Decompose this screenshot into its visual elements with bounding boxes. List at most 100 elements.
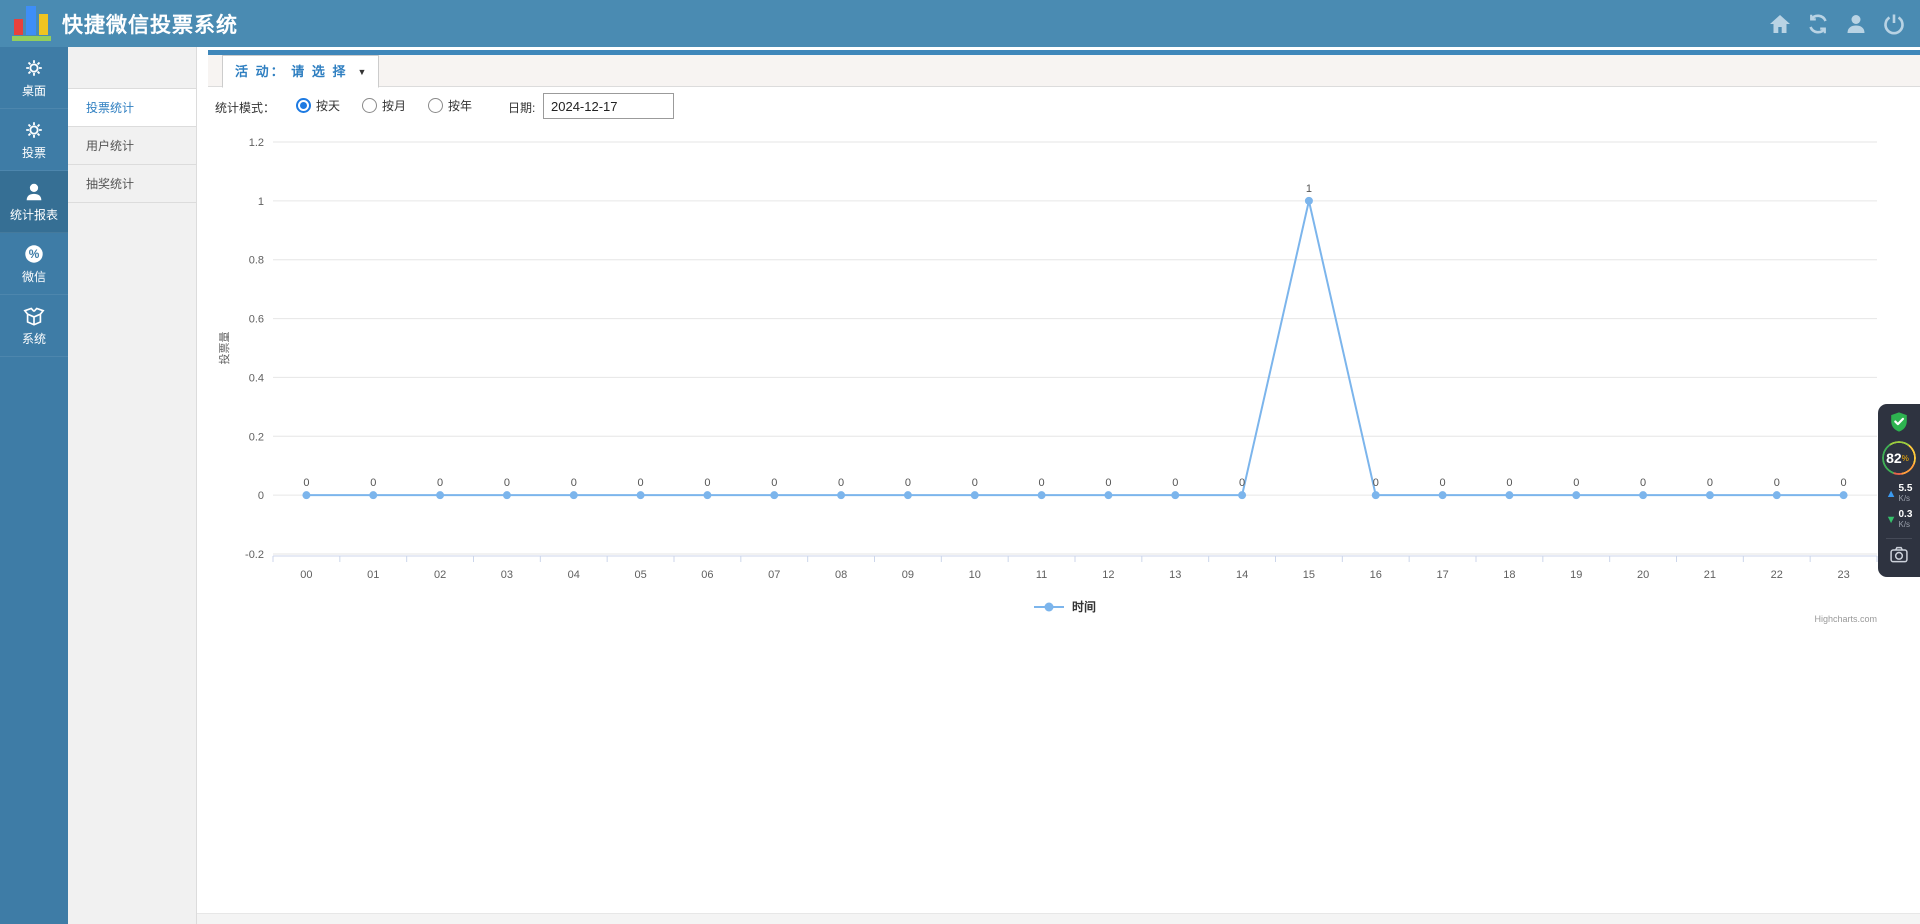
data-point[interactable] (436, 491, 445, 500)
data-point[interactable] (1505, 491, 1514, 500)
subnav-item-lottery-stats[interactable]: 抽奖统计 (68, 165, 196, 203)
home-icon[interactable] (1768, 12, 1792, 36)
app-root: 快捷微信投票系统 桌面 投票 统计报表 % 微信 系统 投票统计 用户统计 抽奖… (0, 0, 1920, 924)
percent-badge-icon: % (23, 243, 45, 265)
x-axis-label: 13 (1169, 569, 1181, 581)
widget-divider (1886, 538, 1912, 539)
data-label: 0 (303, 477, 309, 489)
upload-value: 5.5 (1898, 483, 1913, 494)
svg-text:%: % (29, 247, 40, 261)
x-axis-label: 01 (367, 569, 379, 581)
x-axis-label: 02 (434, 569, 446, 581)
x-axis-label: 16 (1370, 569, 1382, 581)
header-bar: 快捷微信投票系统 (0, 0, 1920, 47)
data-point[interactable] (1705, 491, 1714, 500)
x-axis-label: 11 (1036, 569, 1047, 581)
subnav-item-user-stats[interactable]: 用户统计 (68, 127, 196, 165)
data-label: 0 (771, 477, 777, 489)
radio-label: 按年 (448, 99, 473, 113)
vote-statistics-chart: 1.2 1 0.8 0.6 0.4 0.2 0 -0.2 00 01 02 03 04 05 06 07 08 0… (208, 130, 1920, 630)
mode-radio-group: 按天 按月 按年 (296, 97, 472, 114)
data-point[interactable] (302, 491, 311, 500)
data-point[interactable] (1304, 196, 1313, 205)
data-label: 0 (1373, 477, 1379, 489)
data-point[interactable] (903, 491, 912, 500)
data-label: 0 (1105, 477, 1111, 489)
x-axis-label: 03 (501, 569, 513, 581)
download-unit: K/s (1898, 520, 1911, 529)
memory-percent-sign: % (1901, 453, 1909, 463)
x-axis-label: 12 (1102, 569, 1114, 581)
data-label: 0 (1841, 477, 1847, 489)
x-axis-label: 00 (300, 569, 312, 581)
data-point[interactable] (1572, 491, 1581, 500)
radio-by-day[interactable]: 按天 (296, 97, 340, 114)
memory-percent-label[interactable]: 82% (1878, 441, 1917, 475)
data-point[interactable] (703, 491, 712, 500)
x-axis-label: 22 (1771, 569, 1783, 581)
sidebar-item-system[interactable]: 系统 (0, 295, 68, 357)
data-point[interactable] (1171, 491, 1180, 500)
subnav-list: 投票统计 用户统计 抽奖统计 (68, 88, 196, 203)
data-point[interactable] (1639, 491, 1648, 500)
data-point[interactable] (1772, 491, 1781, 500)
data-point[interactable] (569, 491, 578, 500)
legend[interactable]: 时间 (1034, 599, 1096, 614)
screenshot-camera-icon[interactable] (1889, 545, 1909, 565)
upload-speed[interactable]: ▲ 5.5 K/s (1886, 484, 1913, 504)
chart-credits[interactable]: Highcharts.com (1814, 614, 1877, 624)
y-axis-label: 1.2 (249, 137, 264, 149)
data-point[interactable] (1238, 491, 1247, 500)
x-axis-label: 18 (1503, 569, 1515, 581)
data-point[interactable] (970, 491, 979, 500)
open-box-icon (23, 305, 45, 327)
x-axis-label: 20 (1637, 569, 1649, 581)
app-logo-icon (10, 5, 54, 42)
user-icon[interactable] (1844, 12, 1868, 36)
filter-row: 统计模式： 按天 按月 按年 日期: (208, 91, 1920, 123)
power-icon[interactable] (1882, 12, 1906, 36)
browser-speed-widget: ▲ 5.5 K/s ▼ 0.3 K/s (1878, 404, 1920, 577)
x-axis-label: 23 (1837, 569, 1849, 581)
download-arrow-icon: ▼ (1885, 514, 1897, 526)
radio-label: 按月 (382, 99, 407, 113)
data-point[interactable] (770, 491, 779, 500)
data-label: 0 (638, 477, 644, 489)
data-label: 0 (838, 477, 844, 489)
sidebar-item-statistics[interactable]: 统计报表 (0, 171, 68, 233)
sidebar-item-desktop[interactable]: 桌面 (0, 47, 68, 109)
data-point[interactable] (1104, 491, 1113, 500)
y-axis-label: 0.8 (249, 255, 264, 267)
subnav-item-vote-stats[interactable]: 投票统计 (68, 89, 196, 127)
data-label: 0 (1172, 477, 1178, 489)
y-axis-label: 0.6 (249, 314, 264, 326)
data-point[interactable] (1037, 491, 1046, 500)
date-input[interactable] (543, 93, 674, 119)
data-point[interactable] (636, 491, 645, 500)
data-point[interactable] (837, 491, 846, 500)
sidebar-item-wechat[interactable]: % 微信 (0, 233, 68, 295)
radio-by-month[interactable]: 按月 (362, 97, 406, 114)
y-axis-label: -0.2 (245, 549, 264, 561)
radio-dot (362, 98, 378, 113)
refresh-icon[interactable] (1806, 12, 1830, 36)
header-icon-group (1768, 0, 1906, 47)
radio-by-year[interactable]: 按年 (428, 97, 472, 114)
data-point[interactable] (1371, 491, 1380, 500)
sidebar-item-label: 投票 (21, 145, 46, 160)
data-point[interactable] (502, 491, 511, 500)
x-axis-label: 09 (902, 569, 914, 581)
user-icon (23, 181, 45, 203)
data-point[interactable] (1839, 491, 1848, 500)
x-axis-label: 14 (1236, 569, 1248, 581)
activity-tab-label: 活 动： 请 选 择 (235, 64, 348, 79)
sub-navigation: 投票统计 用户统计 抽奖统计 (68, 47, 197, 924)
activity-select-dropdown[interactable]: 活 动： 请 选 择 ▼ (222, 55, 380, 88)
download-speed[interactable]: ▼ 0.3 K/s (1886, 510, 1913, 530)
radio-dot (428, 98, 444, 113)
x-axis-label: 07 (768, 569, 780, 581)
sidebar-item-vote[interactable]: 投票 (0, 109, 68, 171)
security-shield-icon[interactable] (1888, 411, 1910, 433)
data-point[interactable] (1438, 491, 1447, 500)
data-point[interactable] (369, 491, 378, 500)
